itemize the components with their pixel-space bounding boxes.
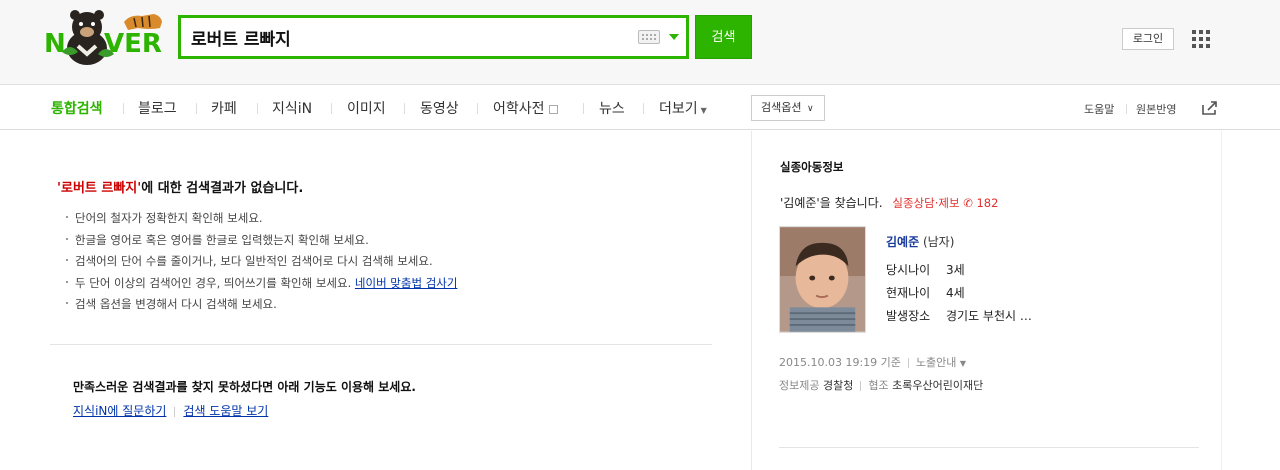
tip-item: 검색 옵션을 변경해서 다시 검색해 보세요. <box>66 296 457 318</box>
nav-divider <box>257 103 258 114</box>
panel-divider <box>779 447 1199 448</box>
column-divider <box>751 131 752 470</box>
naver-logo[interactable]: N VER <box>42 8 164 66</box>
caret-down-icon: ▼ <box>700 106 707 115</box>
search-nav: 통합검색 블로그 카페 지식iN 이미지 동영상 어학사전 뉴스 더보기 ▼ 검색… <box>0 86 1280 130</box>
section-divider <box>50 344 712 345</box>
tab-cafe[interactable]: 카페 <box>211 98 237 118</box>
info-value: 4세 <box>946 286 965 300</box>
child-name-link[interactable]: 김예준 <box>886 235 919 249</box>
provider-name: 경찰청 <box>822 379 854 392</box>
report-number: 182 <box>976 196 999 210</box>
timestamp: 2015.10.03 19:19 기준 <box>779 356 901 369</box>
child-photo[interactable] <box>779 226 866 333</box>
feedback-link[interactable]: 원본반영 <box>1136 101 1176 117</box>
search-options-label: 검색옵션 <box>761 101 802 114</box>
report-label: 실종상담·제보 <box>892 196 960 210</box>
caret-down-icon: ▼ <box>959 359 967 368</box>
header: N VER 검색 로그인 <box>0 0 1280 85</box>
link-divider <box>174 406 176 417</box>
phone-icon: ✆ <box>963 196 973 210</box>
panel-meta: 2015.10.03 19:19 기준 노출안내 ▼ <box>779 354 966 370</box>
coop-label: 협조 <box>868 379 889 392</box>
missing-child-heading: '김예준'을 찾습니다. 실종상담·제보 ✆ 182 <box>780 194 998 211</box>
tab-integrated[interactable]: 통합검색 <box>51 98 103 118</box>
keyboard-icon[interactable] <box>638 30 660 44</box>
apps-grid-icon[interactable] <box>1192 30 1212 48</box>
info-key: 현재나이 <box>886 286 931 300</box>
nav-divider <box>404 103 405 114</box>
query-text: '로버트 르빠지' <box>57 181 142 196</box>
chevron-down-icon: ∨ <box>806 104 814 114</box>
ask-kin-link[interactable]: 지식iN에 질문하기 <box>73 404 166 418</box>
nav-divider <box>123 103 124 114</box>
tip-item: 검색어의 단어 수를 줄이거나, 보다 일반적인 검색어로 다시 검색해 보세요… <box>66 253 457 275</box>
satisfaction-text: 만족스러운 검색결과를 찾지 못하셨다면 아래 기능도 이용해 보세요. <box>73 380 416 394</box>
checkbox-icon[interactable] <box>548 104 558 114</box>
login-button[interactable]: 로그인 <box>1122 28 1174 50</box>
child-name: 김예준 (남자) <box>886 233 954 250</box>
search-help-link[interactable]: 검색 도움말 보기 <box>183 404 268 418</box>
tab-kin[interactable]: 지식iN <box>272 98 312 118</box>
tab-blog[interactable]: 블로그 <box>138 98 177 118</box>
provider-label: 정보제공 <box>779 379 820 392</box>
spell-check-link[interactable]: 네이버 맞춤법 검사기 <box>355 276 458 290</box>
svg-text:VER: VER <box>104 29 162 59</box>
tab-video[interactable]: 동영상 <box>420 98 459 118</box>
info-row: 발생장소 경기도 부천시 … <box>886 308 1032 331</box>
coop-name: 초록우산어린이재단 <box>892 379 984 392</box>
nav-divider <box>331 103 332 114</box>
child-info: 당시나이 3세 현재나이 4세 발생장소 경기도 부천시 … <box>886 262 1032 331</box>
info-key: 발생장소 <box>886 309 931 323</box>
svg-text:N: N <box>44 29 66 59</box>
tab-more[interactable]: 더보기 ▼ <box>659 98 707 118</box>
search-input[interactable] <box>191 24 621 50</box>
tab-more-label: 더보기 <box>659 101 698 117</box>
tab-dictionary-label: 어학사전 <box>493 101 545 117</box>
search-options-button[interactable]: 검색옵션 ∨ <box>751 95 825 121</box>
nav-divider <box>643 103 644 114</box>
info-value: 경기도 부천시 … <box>946 309 1032 323</box>
exposure-guide-link[interactable]: 노출안내 ▼ <box>916 356 966 369</box>
help-link[interactable]: 도움말 <box>1084 101 1114 117</box>
info-key: 당시나이 <box>886 263 931 277</box>
info-value: 3세 <box>946 263 965 277</box>
tab-news[interactable]: 뉴스 <box>599 98 625 118</box>
share-icon[interactable] <box>1201 100 1219 116</box>
panel-credit: 정보제공 경찰청 협조 초록우산어린이재단 <box>779 377 983 393</box>
tab-images[interactable]: 이미지 <box>347 98 386 118</box>
tab-dictionary[interactable]: 어학사전 <box>493 98 558 118</box>
nav-divider <box>583 103 584 114</box>
credit-divider <box>860 381 862 391</box>
panel-title: 실종아동정보 <box>780 160 844 174</box>
tip-text: 두 단어 이상의 검색어인 경우, 띄어쓰기를 확인해 보세요. <box>75 275 352 290</box>
find-text: '김예준'을 찾습니다. <box>780 196 883 210</box>
info-row: 당시나이 3세 <box>886 262 1032 285</box>
info-row: 현재나이 4세 <box>886 285 1032 308</box>
nav-divider <box>196 103 197 114</box>
nav-divider <box>477 103 478 114</box>
tip-item: 한글을 영어로 혹은 영어를 한글로 입력했는지 확인해 보세요. <box>66 232 457 254</box>
search-box <box>178 15 689 59</box>
autocomplete-dropdown-icon[interactable] <box>669 34 679 40</box>
tip-item: 두 단어 이상의 검색어인 경우, 띄어쓰기를 확인해 보세요. 네이버 맞춤법… <box>66 275 457 297</box>
column-divider <box>1221 131 1222 470</box>
report-link[interactable]: 실종상담·제보 ✆ 182 <box>892 196 998 210</box>
child-gender: (남자) <box>922 235 955 249</box>
search-button[interactable]: 검색 <box>695 15 752 59</box>
no-result-suffix: 에 대한 검색결과가 없습니다. <box>141 181 304 196</box>
no-result-message: '로버트 르빠지'에 대한 검색결과가 없습니다. <box>57 177 303 196</box>
nav-divider <box>1126 104 1127 114</box>
tip-item: 단어의 철자가 정확한지 확인해 보세요. <box>66 210 457 232</box>
meta-divider <box>907 358 909 368</box>
search-tips: 단어의 철자가 정확한지 확인해 보세요. 한글을 영어로 혹은 영어를 한글로… <box>66 210 457 318</box>
exposure-label: 노출안내 <box>915 356 957 369</box>
help-links: 지식iN에 질문하기 검색 도움말 보기 <box>73 402 268 419</box>
